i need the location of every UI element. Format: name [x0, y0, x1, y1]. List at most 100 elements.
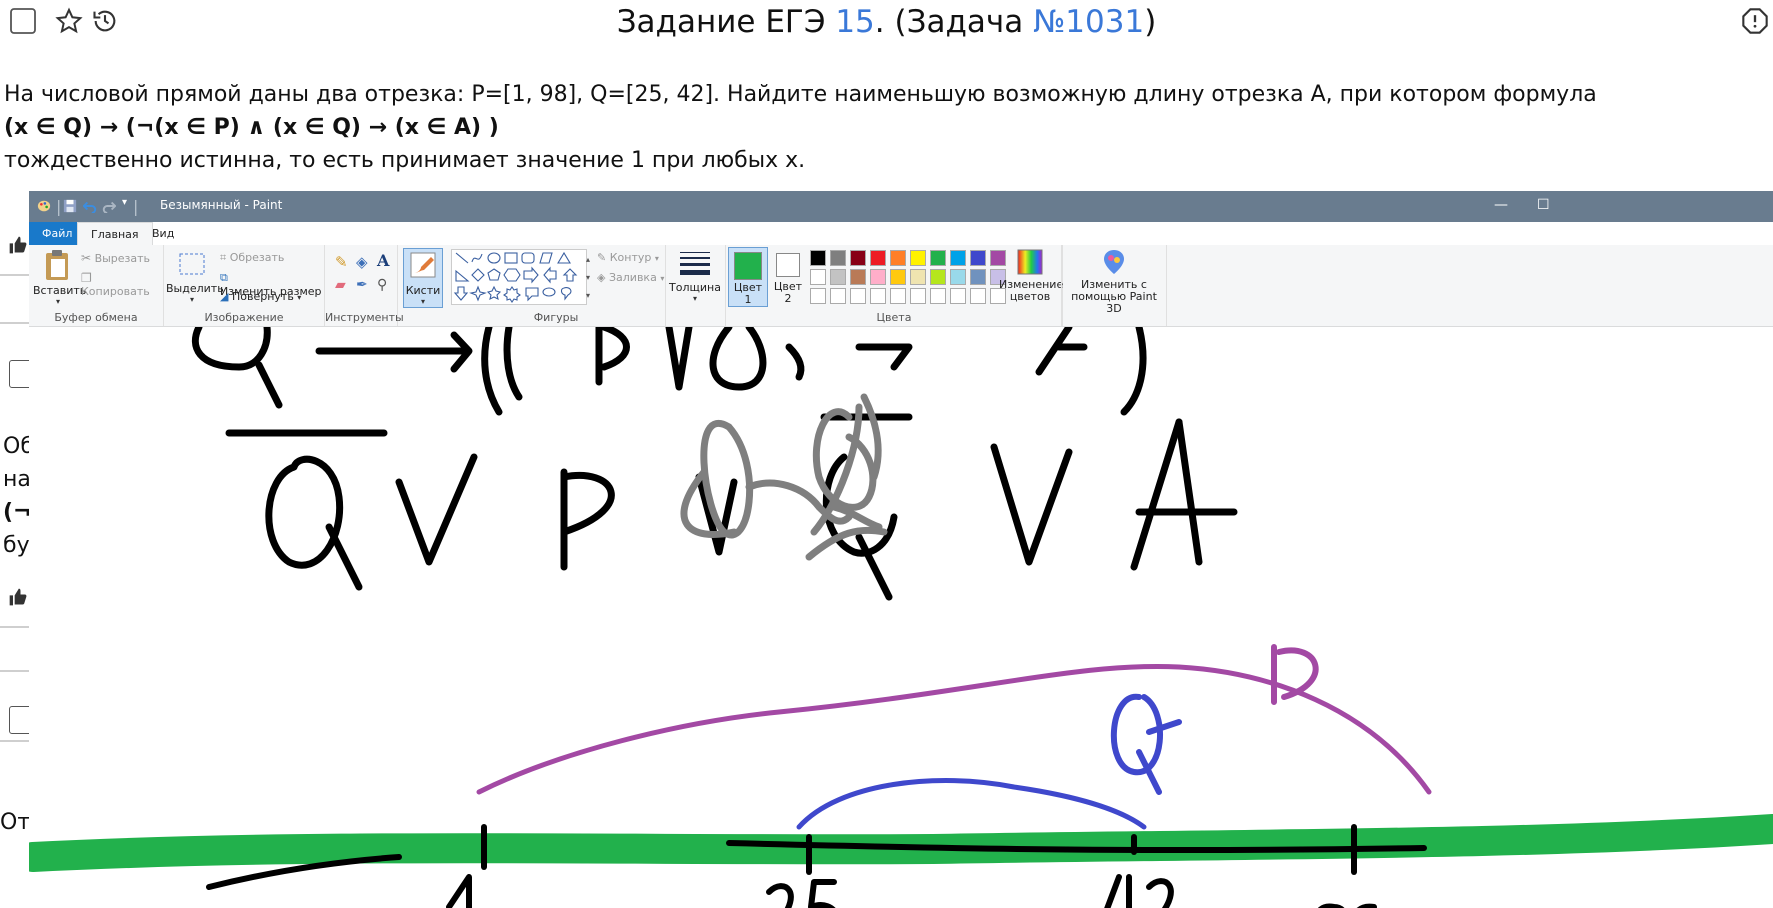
paint3d-group: Изменить с помощью Paint 3D [1061, 245, 1167, 326]
select-rectangle-icon [179, 253, 205, 275]
palette-swatch[interactable] [930, 250, 946, 266]
paste-button[interactable]: Вставить ▾ [33, 249, 86, 307]
task-number-link[interactable]: 15 [835, 4, 874, 40]
thickness-dropdown-icon: ▾ [692, 294, 697, 303]
page-header: Задание ЕГЭ 15. (Задача №1031) [0, 0, 1773, 50]
problem-id-link[interactable]: №1031 [1033, 4, 1144, 40]
q-arc [796, 778, 1147, 830]
palette-swatch[interactable] [850, 288, 866, 304]
color-picker-icon[interactable]: ✒ [356, 277, 368, 293]
palette-swatch[interactable] [950, 269, 966, 285]
page-title: Задание ЕГЭ 15. (Задача №1031) [0, 4, 1773, 40]
ribbon: Вставить ▾ ✂ Вырезать ❐ Копировать Буфер… [29, 245, 1773, 327]
divider [0, 670, 32, 672]
select-button[interactable]: Выделить ▾ [166, 249, 224, 304]
save-icon[interactable] [63, 199, 77, 213]
palette-swatch[interactable] [890, 250, 906, 266]
palette-swatch[interactable] [910, 288, 926, 304]
palette-swatch[interactable] [830, 269, 846, 285]
magnifier-icon[interactable]: ⚲ [377, 277, 387, 293]
maximize-button[interactable]: ☐ [1537, 197, 1550, 213]
quick-access-dropdown-icon[interactable]: ▾ [122, 197, 127, 208]
thumbs-up-icon [9, 236, 27, 254]
crop-button[interactable]: ⌗ Обрезать [220, 251, 284, 265]
edit-colors-button[interactable]: Изменение цветов [999, 248, 1064, 303]
color2-button[interactable]: Цвет 2 [770, 247, 806, 305]
eraser-icon[interactable]: ▰ [335, 277, 346, 293]
shape-icons [453, 251, 578, 303]
paint-titlebar: | ▾ | Безымянный - Paint — ☐ [29, 191, 1773, 222]
cut-button[interactable]: ✂ Вырезать [81, 251, 150, 265]
palette-swatch[interactable] [970, 250, 986, 266]
fill-shape-button[interactable]: ◈ Заливка ▾ [597, 271, 664, 284]
paint-canvas[interactable] [29, 327, 1773, 908]
ribbon-tabs: Файл Главная Вид [29, 222, 1773, 247]
tab-view[interactable]: Вид [139, 222, 187, 245]
palette-swatch[interactable] [910, 269, 926, 285]
shapes-gallery[interactable] [451, 249, 587, 305]
paint3d-icon [1104, 250, 1124, 274]
outline-button[interactable]: ✎ Контур ▾ [597, 251, 659, 264]
palette-swatch[interactable] [810, 250, 826, 266]
thickness-button[interactable]: Толщина ▾ [667, 248, 723, 320]
axis-numbers [446, 874, 1377, 908]
palette-swatch[interactable] [810, 288, 826, 304]
palette-swatch[interactable] [950, 288, 966, 304]
palette-swatch[interactable] [970, 288, 986, 304]
task-line-3: тождественно истинна, то есть принимает … [4, 148, 806, 173]
palette-swatch[interactable] [830, 288, 846, 304]
shapes-scroll-icon[interactable]: ▴ ▾ ▾ [586, 251, 590, 305]
clipboard-group: Вставить ▾ ✂ Вырезать ❐ Копировать Буфер… [29, 245, 164, 326]
color1-swatch [734, 252, 762, 280]
shapes-group: ▴ ▾ ▾ ✎ Контур ▾ ◈ Заливка ▾ Фигуры [447, 245, 666, 326]
clipboard-group-label: Буфер обмена [54, 311, 138, 324]
rotate-button[interactable]: ◢ Повернуть ▾ [220, 290, 301, 303]
palette-swatch[interactable] [850, 269, 866, 285]
paint3d-button[interactable]: Изменить с помощью Paint 3D [1066, 248, 1162, 315]
palette-swatch[interactable] [910, 250, 926, 266]
palette-swatch[interactable] [950, 250, 966, 266]
palette-swatch[interactable] [830, 250, 846, 266]
brushes-button[interactable]: Кисти ▾ [403, 248, 443, 308]
redo-icon[interactable] [102, 199, 116, 213]
fill-icon[interactable]: ◈ [356, 253, 368, 271]
palette-swatch[interactable] [970, 269, 986, 285]
thickness-icon [680, 252, 710, 275]
pencil-icon[interactable]: ✎ [335, 253, 348, 271]
palette-swatch[interactable] [870, 288, 886, 304]
colors-group-label: Цвета [876, 311, 912, 324]
brush-icon [410, 252, 436, 278]
undo-icon[interactable] [83, 199, 97, 213]
image-group: Выделить ▾ ⌗ Обрезать ⧉ Изменить размер … [164, 245, 325, 326]
formula-sketch-bottom [225, 413, 1238, 601]
report-button[interactable] [1740, 6, 1770, 36]
rotate-label: Повернуть [231, 290, 294, 303]
divider [0, 274, 32, 276]
minimize-button[interactable]: — [1494, 197, 1508, 213]
hand-drawing [29, 327, 1773, 908]
edit-colors-label: Изменение цветов [999, 278, 1064, 303]
palette-swatch[interactable] [890, 288, 906, 304]
palette-swatch[interactable] [890, 269, 906, 285]
palette-swatch[interactable] [930, 269, 946, 285]
cut-label: Вырезать [94, 252, 151, 265]
copy-button[interactable]: ❐ Копировать [81, 271, 163, 298]
copy-icon: ❐ [81, 271, 92, 285]
title-suffix: ) [1144, 4, 1157, 40]
color1-button[interactable]: Цвет 1 [728, 247, 768, 307]
palette-swatch[interactable] [930, 288, 946, 304]
color2-label: Цвет 2 [773, 280, 803, 305]
palette-swatch[interactable] [870, 250, 886, 266]
fill-bucket-icon: ◈ [597, 271, 606, 284]
shapes-group-label: Фигуры [533, 311, 579, 324]
paint-app-icon [37, 200, 51, 212]
divider [0, 740, 32, 742]
palette-swatch[interactable] [870, 269, 886, 285]
palette-swatch[interactable] [810, 269, 826, 285]
select-dropdown-icon: ▾ [189, 295, 194, 304]
fragment-text: Об [3, 434, 32, 459]
palette-swatch[interactable] [850, 250, 866, 266]
formula-sketch-top [191, 327, 1147, 416]
q-label [1111, 693, 1182, 795]
text-icon[interactable]: A [377, 251, 389, 270]
